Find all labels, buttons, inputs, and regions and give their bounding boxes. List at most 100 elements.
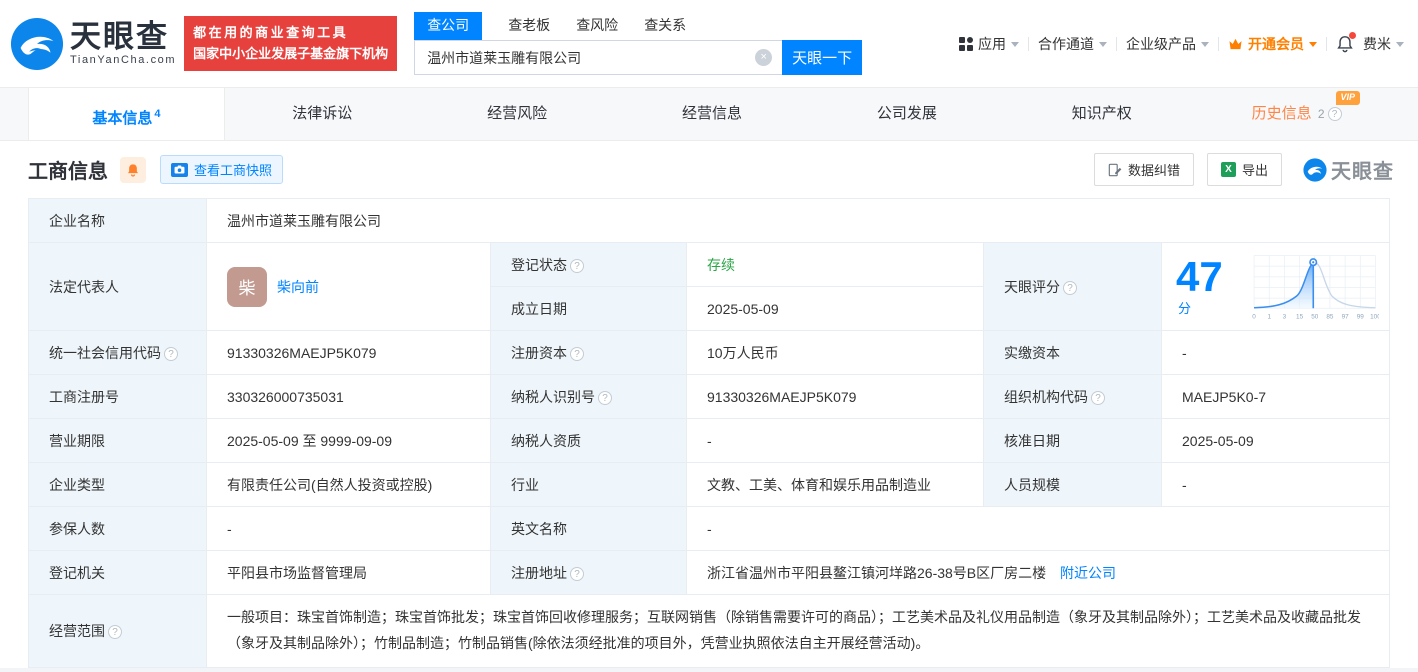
table-row: 统一社会信用代码? 91330326MAEJP5K079 注册资本? 10万人民… <box>29 331 1390 375</box>
monitor-bell-button[interactable] <box>120 157 146 183</box>
help-icon[interactable]: ? <box>1328 107 1342 121</box>
tab-history-info[interactable]: VIP 历史信息 2? <box>1199 88 1394 140</box>
tab-count: 4 <box>154 108 160 120</box>
brand-slogan: 都在用的商业查询工具 国家中小企业发展子基金旗下机构 <box>184 16 397 70</box>
svg-text:50: 50 <box>1311 313 1319 320</box>
reg-capital-value: 10万人民币 <box>687 331 984 375</box>
reg-authority-value: 平阳县市场监督管理局 <box>207 551 491 595</box>
site-header: 天眼查 TianYanCha.com 都在用的商业查询工具 国家中小企业发展子基… <box>0 0 1418 87</box>
help-icon[interactable]: ? <box>1091 391 1105 405</box>
data-correction-label: 数据纠错 <box>1128 160 1180 179</box>
nav-enterprise[interactable]: 企业级产品 <box>1126 34 1209 54</box>
field-label: 参保人数 <box>29 507 207 551</box>
tab-basic-info[interactable]: 基本信息4 <box>28 88 225 140</box>
view-snapshot-label: 查看工商快照 <box>194 160 272 179</box>
search-tab-relation[interactable]: 查关系 <box>644 12 686 40</box>
export-label: 导出 <box>1242 160 1268 179</box>
field-label: 法定代表人 <box>29 243 207 331</box>
svg-text:15: 15 <box>1296 313 1304 320</box>
status-badge: 存续 <box>707 257 735 273</box>
field-label: 英文名称 <box>491 507 687 551</box>
tab-intellectual-property[interactable]: 知识产权 <box>1004 88 1199 140</box>
field-label: 经营范围? <box>29 595 207 668</box>
nav-apps[interactable]: 应用 <box>959 34 1019 54</box>
vip-badge: VIP <box>1336 91 1361 105</box>
field-label: 工商注册号 <box>29 375 207 419</box>
field-label: 实缴资本 <box>984 331 1162 375</box>
search-input[interactable] <box>414 40 782 75</box>
nav-user[interactable]: 费米 <box>1363 34 1404 54</box>
tab-legal-proceedings[interactable]: 法律诉讼 <box>225 88 420 140</box>
field-label: 行业 <box>491 463 687 507</box>
table-row: 经营范围? 一般项目：珠宝首饰制造；珠宝首饰批发；珠宝首饰回收修理服务；互联网销… <box>29 595 1390 668</box>
help-icon[interactable]: ? <box>164 347 178 361</box>
chevron-down-icon <box>1201 42 1209 47</box>
divider <box>1218 37 1219 51</box>
table-row: 登记机关 平阳县市场监督管理局 注册地址? 浙江省温州市平阳县鳌江镇河垟路26-… <box>29 551 1390 595</box>
field-label: 统一社会信用代码? <box>29 331 207 375</box>
section-header: 工商信息 查看工商快照 数据纠错 X 导出 <box>0 141 1418 198</box>
svg-text:0: 0 <box>1252 313 1256 320</box>
field-label: 组织机构代码? <box>984 375 1162 419</box>
divider <box>1326 37 1327 51</box>
help-icon[interactable]: ? <box>1063 281 1077 295</box>
tianyancha-logo-icon <box>1303 158 1327 182</box>
business-term-value: 2025-05-09 至 9999-09-09 <box>207 419 491 463</box>
svg-text:97: 97 <box>1341 313 1349 320</box>
search-tab-risk[interactable]: 查风险 <box>576 12 618 40</box>
svg-text:100: 100 <box>1370 313 1379 320</box>
chevron-down-icon <box>1396 42 1404 47</box>
search-tab-boss[interactable]: 查老板 <box>508 12 550 40</box>
view-snapshot-button[interactable]: 查看工商快照 <box>160 155 283 184</box>
search-button[interactable]: 天眼一下 <box>782 40 862 75</box>
legal-rep-link[interactable]: 柴向前 <box>277 277 319 297</box>
svg-text:3: 3 <box>1282 313 1286 320</box>
field-label: 核准日期 <box>984 419 1162 463</box>
table-row: 企业名称 温州市道莱玉雕有限公司 <box>29 199 1390 243</box>
table-row: 参保人数 - 英文名称 - <box>29 507 1390 551</box>
tab-company-development[interactable]: 公司发展 <box>809 88 1004 140</box>
data-correction-button[interactable]: 数据纠错 <box>1094 153 1194 186</box>
tianyancha-logo[interactable]: 天眼查 TianYanCha.com <box>10 17 176 71</box>
search-tabs: 查公司 查老板 查风险 查关系 <box>414 12 862 40</box>
slogan-line1: 都在用的商业查询工具 <box>193 23 388 43</box>
nav-partner[interactable]: 合作通道 <box>1038 34 1107 54</box>
chevron-down-icon <box>1099 42 1107 47</box>
avatar[interactable]: 柴 <box>227 267 267 307</box>
help-icon[interactable]: ? <box>570 567 584 581</box>
reg-address-cell: 浙江省温州市平阳县鳌江镇河垟路26-38号B区厂房二楼 附近公司 <box>687 551 1390 595</box>
watermark-text: 天眼查 <box>1331 155 1394 184</box>
export-button[interactable]: X 导出 <box>1207 153 1282 186</box>
score-value: 47 <box>1176 253 1223 300</box>
field-label: 人员规模 <box>984 463 1162 507</box>
username: 费米 <box>1363 34 1391 54</box>
field-label: 登记状态? <box>491 243 687 287</box>
svg-text:1: 1 <box>1267 313 1271 320</box>
slogan-line2: 国家中小企业发展子基金旗下机构 <box>193 44 388 64</box>
tianyancha-logo-icon <box>10 17 64 71</box>
org-code-value: MAEJP5K0-7 <box>1162 375 1390 419</box>
help-icon[interactable]: ? <box>570 259 584 273</box>
watermark-logo: 天眼查 <box>1303 155 1394 184</box>
help-icon[interactable]: ? <box>570 347 584 361</box>
establish-date-value: 2025-05-09 <box>687 287 984 331</box>
search-tab-company[interactable]: 查公司 <box>414 12 482 40</box>
business-scope-value: 一般项目：珠宝首饰制造；珠宝首饰批发；珠宝首饰回收修理服务；互联网销售（除销售需… <box>207 595 1390 668</box>
english-name-value: - <box>687 507 1390 551</box>
field-label: 成立日期 <box>491 287 687 331</box>
business-info-table: 企业名称 温州市道莱玉雕有限公司 法定代表人 柴 柴向前 登记状态? 存续 天眼… <box>28 198 1390 668</box>
table-row: 企业类型 有限责任公司(自然人投资或控股) 行业 文教、工美、体育和娱乐用品制造… <box>29 463 1390 507</box>
help-icon[interactable]: ? <box>108 625 122 639</box>
notifications-bell[interactable] <box>1336 35 1354 53</box>
company-type-value: 有限责任公司(自然人投资或控股) <box>207 463 491 507</box>
score-distribution-chart: 01 315 5085 9799 100 <box>1250 250 1380 324</box>
divider <box>1028 37 1029 51</box>
edit-document-icon <box>1108 163 1122 177</box>
tab-operating-risk[interactable]: 经营风险 <box>420 88 615 140</box>
credit-code-value: 91330326MAEJP5K079 <box>207 331 491 375</box>
help-icon[interactable]: ? <box>598 391 612 405</box>
nav-open-vip[interactable]: 开通会员 <box>1228 34 1317 54</box>
tab-operating-info[interactable]: 经营信息 <box>615 88 810 140</box>
nearby-companies-link[interactable]: 附近公司 <box>1060 565 1116 581</box>
bell-icon <box>126 163 140 177</box>
